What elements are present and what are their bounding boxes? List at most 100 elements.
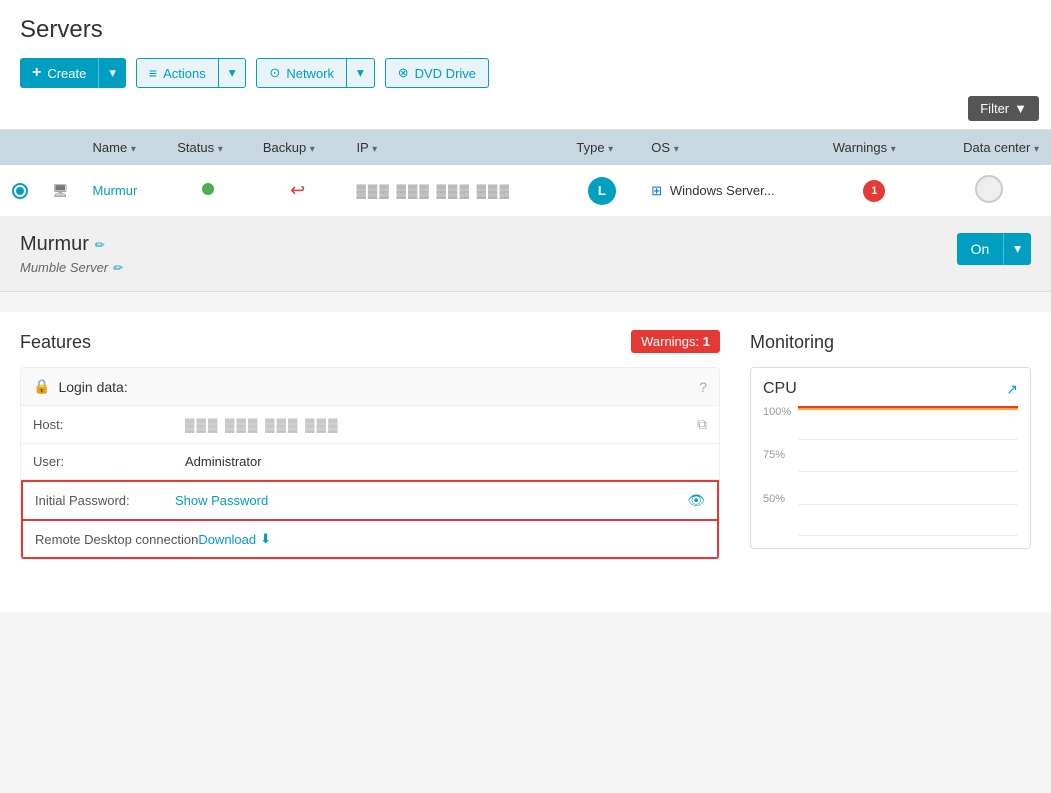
create-dropdown-button[interactable]: ▾ <box>98 58 126 88</box>
backup-sort-icon: ▾ <box>310 144 315 155</box>
chevron-down-icon: ▾ <box>1014 241 1021 256</box>
monitoring-title: Monitoring <box>750 332 1031 353</box>
toolbar: + Create ▾ ≡ Actions ▾ ⊙ Network ▾ <box>20 58 1031 88</box>
list-icon: ≡ <box>149 65 157 81</box>
row-os-cell: ⊞ Windows Server... <box>639 165 820 217</box>
on-button[interactable]: On <box>957 233 1004 265</box>
network-button[interactable]: ⊙ Network <box>256 58 347 88</box>
cpu-card: CPU ↗ 100% 75% 50% <box>750 367 1031 549</box>
host-row: Host: ▓▓▓ ▓▓▓ ▓▓▓ ▓▓▓ ⧉ <box>21 406 719 444</box>
warnings-badge: Warnings: 1 <box>631 330 720 353</box>
network-icon: ⊙ <box>269 65 280 81</box>
chart-75-line <box>798 439 1018 440</box>
server-icon: 🖥 <box>52 183 69 198</box>
on-dropdown-button[interactable]: ▾ <box>1003 233 1031 265</box>
row-warnings-cell: 1 <box>821 165 928 217</box>
type-sort-icon: ▾ <box>608 144 613 155</box>
chart-0-line <box>798 535 1018 536</box>
cpu-chart: 100% 75% 50% <box>763 406 1018 536</box>
table-header-row: Name ▾ Status ▾ Backup ▾ IP ▾ Type ▾ OS … <box>0 130 1051 165</box>
initial-password-label: Initial Password: <box>35 493 175 508</box>
col-datacenter: Data center ▾ <box>928 130 1051 165</box>
host-value: ▓▓▓ ▓▓▓ ▓▓▓ ▓▓▓ <box>185 417 685 432</box>
top-section: Servers + Create ▾ ≡ Actions ▾ ⊙ <box>0 0 1051 88</box>
name-edit-icon[interactable]: ✏ <box>95 238 105 252</box>
row-type-cell: L <box>564 165 639 217</box>
row-radio[interactable] <box>12 183 28 199</box>
dc-circle <box>975 175 1003 203</box>
chart-yellow-line <box>798 408 1018 410</box>
col-name: Name ▾ <box>81 130 166 165</box>
detail-section: Murmur ✏ Mumble Server ✏ On ▾ <box>0 217 1051 292</box>
ip-sort-icon: ▾ <box>372 144 377 155</box>
features-panel: Features Warnings: 1 🔒 Login data: ? Hos… <box>20 332 720 592</box>
monitoring-panel: Monitoring CPU ↗ 100% 75% 50% <box>720 332 1031 592</box>
table-row: 🖥 Murmur ↩ ▓▓▓ ▓▓▓ ▓▓▓ ▓▓▓ L ⊞ <box>0 165 1051 217</box>
col-radio <box>0 130 40 165</box>
status-dot <box>202 183 214 195</box>
help-icon[interactable]: ? <box>699 379 707 395</box>
row-icon-cell: 🖥 <box>40 165 81 217</box>
chart-25-line <box>798 504 1018 505</box>
create-button-group: + Create ▾ <box>20 58 126 88</box>
chart-area <box>798 406 1018 536</box>
name-sort-icon: ▾ <box>131 144 136 155</box>
actions-button[interactable]: ≡ Actions <box>136 58 219 88</box>
dvd-drive-button[interactable]: ⊗ DVD Drive <box>385 58 489 88</box>
status-sort-icon: ▾ <box>218 144 223 155</box>
cpu-title: CPU <box>763 380 797 398</box>
user-label: User: <box>33 454 173 469</box>
col-backup: Backup ▾ <box>251 130 345 165</box>
backup-icon: ↩ <box>290 180 305 200</box>
external-link-icon[interactable]: ↗ <box>1006 381 1018 398</box>
login-icon: 🔒 <box>33 378 50 395</box>
actions-dropdown-button[interactable]: ▾ <box>219 58 247 88</box>
chart-50-line <box>798 471 1018 472</box>
user-value: Administrator <box>185 454 707 469</box>
detail-subtitle: Mumble Server ✏ <box>20 260 122 275</box>
col-warnings: Warnings ▾ <box>821 130 928 165</box>
chart-label-75: 75% <box>763 449 791 461</box>
password-row: Initial Password: Show Password 👁 <box>21 480 719 521</box>
copy-icon[interactable]: ⧉ <box>697 416 707 433</box>
server-name-link[interactable]: Murmur <box>93 183 138 198</box>
user-row: User: Administrator <box>21 444 719 480</box>
os-text: Windows Server... <box>670 183 775 198</box>
chevron-down-icon: ▾ <box>229 65 236 80</box>
filter-icon: ▼ <box>1014 101 1027 116</box>
dvd-icon: ⊗ <box>398 65 409 81</box>
row-name-cell: Murmur <box>81 165 166 217</box>
os-sort-icon: ▾ <box>674 144 679 155</box>
chart-label-100: 100% <box>763 406 791 418</box>
login-data-label: Login data: <box>58 379 127 395</box>
network-button-group: ⊙ Network ▾ <box>256 58 374 88</box>
host-label: Host: <box>33 417 173 432</box>
row-ip-cell: ▓▓▓ ▓▓▓ ▓▓▓ ▓▓▓ <box>344 165 564 217</box>
show-password-link[interactable]: Show Password <box>175 493 268 508</box>
main-content: Features Warnings: 1 🔒 Login data: ? Hos… <box>0 312 1051 612</box>
warning-badge: 1 <box>863 180 885 202</box>
subtitle-edit-icon[interactable]: ✏ <box>112 261 122 275</box>
ip-value: ▓▓▓ ▓▓▓ ▓▓▓ ▓▓▓ <box>356 183 511 198</box>
col-type: Type ▾ <box>564 130 639 165</box>
filter-button[interactable]: Filter ▼ <box>968 96 1039 121</box>
dc-sort-icon: ▾ <box>1034 144 1039 155</box>
row-status-cell <box>165 165 251 217</box>
network-dropdown-button[interactable]: ▾ <box>347 58 375 88</box>
remote-desktop-label: Remote Desktop connection <box>35 532 198 547</box>
page-title: Servers <box>20 16 1031 44</box>
detail-left: Murmur ✏ Mumble Server ✏ <box>20 233 122 275</box>
row-backup-cell: ↩ <box>251 165 345 217</box>
create-button[interactable]: + Create <box>20 58 98 88</box>
col-os: OS ▾ <box>639 130 820 165</box>
chevron-down-icon: ▾ <box>357 65 364 80</box>
row-radio-cell[interactable] <box>0 165 40 217</box>
col-status: Status ▾ <box>165 130 251 165</box>
plus-icon: + <box>32 64 41 82</box>
col-ip: IP ▾ <box>344 130 564 165</box>
download-link[interactable]: Download ⬇ <box>198 531 271 547</box>
table-section: Filter ▼ Name ▾ Status ▾ Backup ▾ IP ▾ T… <box>0 88 1051 217</box>
warnings-sort-icon: ▾ <box>891 144 896 155</box>
radio-inner <box>16 187 24 195</box>
eye-icon[interactable]: 👁 <box>687 492 705 509</box>
